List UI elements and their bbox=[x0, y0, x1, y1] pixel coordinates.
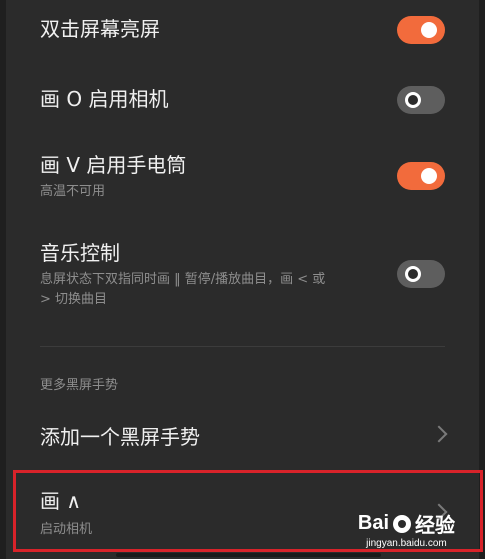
toggle-knob bbox=[421, 22, 437, 38]
music-control-toggle[interactable] bbox=[397, 260, 445, 288]
section-divider bbox=[40, 346, 445, 347]
baidu-watermark: Bai 经验 jingyan.baidu.com bbox=[358, 509, 455, 549]
draw-v-flashlight-title: 画 V 启用手电筒 bbox=[40, 153, 187, 177]
settings-screen: 双击屏幕亮屏 画 O 启用相机 画 V 启用手电筒 高温不可用 音乐控制 息屏状… bbox=[0, 0, 485, 559]
toggle-knob bbox=[405, 266, 421, 282]
watermark-text-left: Bai bbox=[357, 512, 389, 534]
double-tap-wake-toggle[interactable] bbox=[397, 16, 445, 44]
paw-icon bbox=[393, 514, 411, 533]
draw-o-camera-title: 画 O 启用相机 bbox=[40, 87, 169, 111]
more-gestures-header: 更多黑屏手势 bbox=[40, 378, 119, 393]
double-tap-wake-row[interactable]: 双击屏幕亮屏 bbox=[40, 16, 445, 46]
baidu-logo: Bai 经验 bbox=[358, 509, 455, 538]
draw-v-flashlight-row[interactable]: 画 V 启用手电筒 高温不可用 bbox=[40, 152, 445, 204]
draw-v-flashlight-toggle[interactable] bbox=[397, 162, 445, 190]
watermark-url: jingyan.baidu.com bbox=[366, 538, 447, 549]
add-gesture-row[interactable]: 添加一个黑屏手势 bbox=[40, 424, 448, 452]
music-control-subtitle-line2: > 切换曲目 bbox=[40, 292, 108, 307]
music-control-title: 音乐控制 bbox=[40, 241, 120, 265]
watermark-text-right: 经验 bbox=[415, 515, 455, 537]
draw-o-camera-row[interactable]: 画 O 启用相机 bbox=[40, 86, 445, 116]
add-gesture-title: 添加一个黑屏手势 bbox=[40, 425, 200, 449]
draw-o-camera-toggle[interactable] bbox=[397, 86, 445, 114]
bottom-nav-bar bbox=[116, 553, 381, 557]
double-tap-wake-title: 双击屏幕亮屏 bbox=[40, 17, 160, 41]
toggle-knob bbox=[405, 92, 421, 108]
draw-v-flashlight-subtitle: 高温不可用 bbox=[40, 184, 106, 199]
music-control-row[interactable]: 音乐控制 息屏状态下双指同时画 ‖ 暂停/播放曲目，画 < 或 > 切换曲目 bbox=[40, 240, 445, 314]
music-control-subtitle-line1: 息屏状态下双指同时画 ‖ 暂停/播放曲目，画 < 或 bbox=[40, 272, 326, 287]
toggle-knob bbox=[421, 168, 437, 184]
